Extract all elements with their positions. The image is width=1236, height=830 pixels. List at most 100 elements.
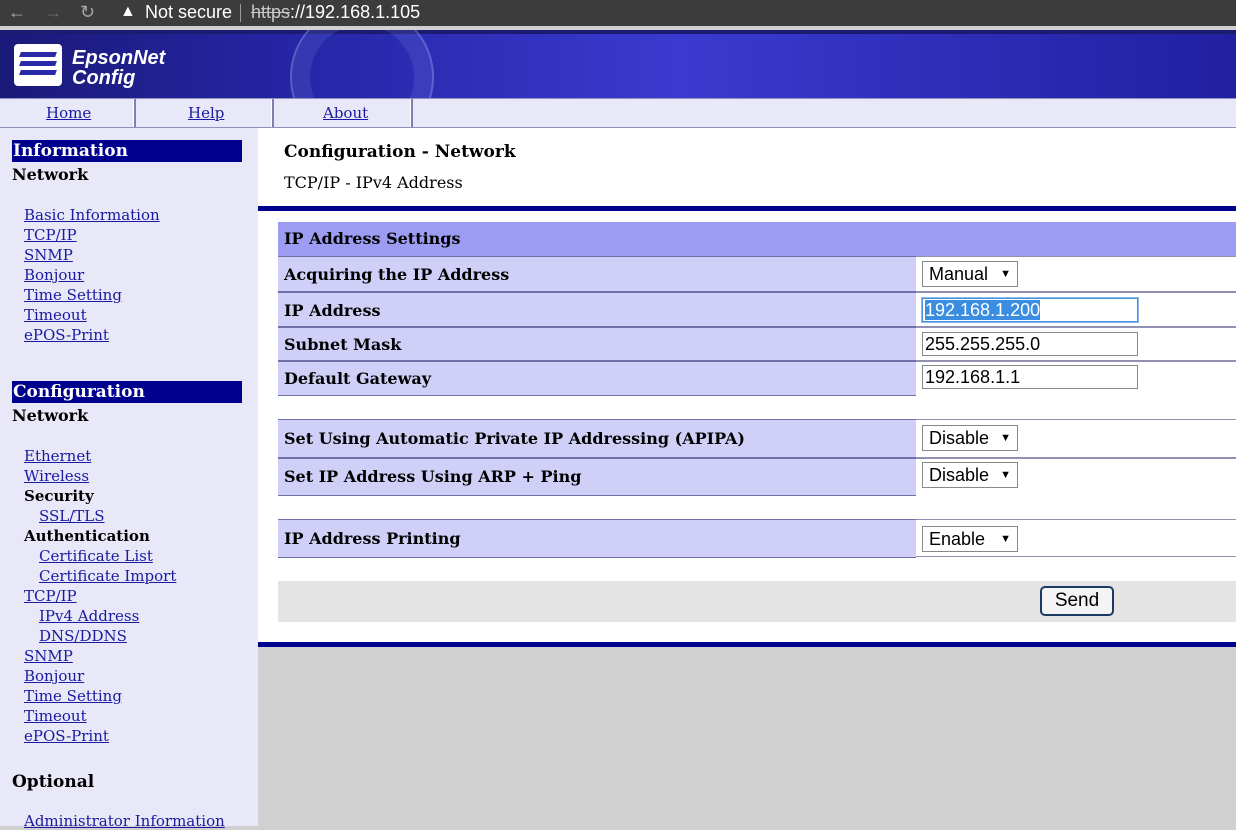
- row-label-text: Acquiring the IP Address: [284, 265, 510, 284]
- address-separator: [240, 4, 241, 22]
- arrow-left-icon[interactable]: ←: [8, 2, 26, 23]
- row-value-subnet-mask: 255.255.255.0: [916, 327, 1236, 361]
- banner-line: [0, 30, 1236, 34]
- page-title: Configuration - Network: [284, 142, 516, 162]
- row-label-ip-address-printing: IP Address Printing: [278, 519, 916, 558]
- sidebar-item-ssl-tls[interactable]: SSL/TLS: [39, 507, 105, 525]
- top-nav: Home Help About: [0, 98, 1236, 128]
- row-label-arp-ping: Set IP Address Using ARP + Ping: [278, 458, 916, 496]
- divider-rule: [258, 206, 1236, 211]
- dropdown-arrow-icon: ▼: [1000, 533, 1011, 545]
- input-value: 192.168.1.200: [925, 300, 1041, 320]
- header-banner: EpsonNet Config: [0, 30, 1236, 98]
- divider-rule: [258, 642, 1236, 647]
- row-label-default-gateway: Default Gateway: [278, 361, 916, 396]
- row-label-text: Set Using Automatic Private IP Addressin…: [284, 429, 745, 448]
- reload-icon[interactable]: ↻: [80, 2, 95, 23]
- logo-text: EpsonNet Config: [72, 48, 165, 88]
- row-value-default-gateway: 192.168.1.1: [916, 361, 1236, 391]
- table-header-label: IP Address Settings: [284, 229, 461, 248]
- nav-home-link[interactable]: Home: [46, 104, 91, 122]
- subnet-mask-input[interactable]: 255.255.255.0: [922, 332, 1138, 356]
- compass-graphic: [290, 30, 434, 98]
- dropdown-arrow-icon: ▼: [1000, 432, 1011, 444]
- sidebar-item-wireless[interactable]: Wireless: [24, 467, 89, 485]
- ip-address-printing-select[interactable]: Enable ▼: [922, 526, 1018, 552]
- row-label-text: Set IP Address Using ARP + Ping: [284, 467, 582, 486]
- security-status[interactable]: Not secure: [145, 2, 232, 23]
- sidebar-item-config-snmp[interactable]: SNMP: [24, 647, 73, 665]
- sidebar-item-epos-print[interactable]: ePOS-Print: [24, 326, 109, 344]
- input-value: 255.255.255.0: [925, 334, 1041, 354]
- sidebar-item-time-setting[interactable]: Time Setting: [24, 286, 122, 304]
- sidebar-item-snmp[interactable]: SNMP: [24, 246, 73, 264]
- sidebar-subtitle-network: Network: [12, 406, 89, 425]
- sidebar-subtitle-network: Network: [12, 165, 89, 184]
- sidebar-section-information: Information: [12, 140, 242, 162]
- row-label-text: IP Address: [284, 301, 381, 320]
- main-content: Configuration - Network TCP/IP - IPv4 Ad…: [258, 128, 1236, 826]
- sidebar-item-ethernet[interactable]: Ethernet: [24, 447, 91, 465]
- select-value: Manual: [929, 264, 989, 284]
- sidebar-label-authentication: Authentication: [24, 527, 150, 545]
- page-subtitle: TCP/IP - IPv4 Address: [284, 173, 463, 192]
- browser-toolbar: ← → ↻ ▲ Not secure https://192.168.1.105: [0, 0, 1236, 26]
- sidebar-item-certificate-list[interactable]: Certificate List: [39, 547, 153, 565]
- sidebar-section-configuration: Configuration: [12, 381, 242, 403]
- sidebar-item-config-timeout[interactable]: Timeout: [24, 707, 87, 725]
- row-label-subnet-mask: Subnet Mask: [278, 327, 916, 361]
- send-bar: Send: [278, 581, 1236, 622]
- dropdown-arrow-icon: ▼: [1000, 469, 1011, 481]
- select-value: Disable: [929, 428, 990, 448]
- select-value: Enable: [929, 529, 986, 549]
- row-value-acquiring: Manual ▼: [916, 256, 1236, 292]
- arrow-right-icon[interactable]: →: [44, 2, 62, 23]
- row-label-acquiring: Acquiring the IP Address: [278, 256, 916, 292]
- logo-line2: Config: [72, 67, 136, 89]
- sidebar-item-config-bonjour[interactable]: Bonjour: [24, 667, 84, 685]
- arp-ping-select[interactable]: Disable ▼: [922, 462, 1018, 488]
- warning-icon[interactable]: ▲: [120, 3, 136, 21]
- send-button[interactable]: Send: [1040, 586, 1114, 616]
- row-label-text: Default Gateway: [284, 369, 432, 388]
- sidebar-label-security: Security: [24, 487, 94, 505]
- sidebar-item-config-tcpip[interactable]: TCP/IP: [24, 587, 77, 605]
- input-value: 192.168.1.1: [925, 367, 1021, 387]
- acquiring-ip-select[interactable]: Manual ▼: [922, 261, 1018, 287]
- row-label-apipa: Set Using Automatic Private IP Addressin…: [278, 419, 916, 458]
- nav-divider: [410, 99, 413, 127]
- url-scheme: https: [251, 2, 291, 22]
- sidebar-section-optional: Optional: [12, 772, 95, 792]
- epson-logo-icon: [14, 44, 62, 86]
- dropdown-arrow-icon: ▼: [1000, 268, 1011, 280]
- sidebar-item-certificate-import[interactable]: Certificate Import: [39, 567, 176, 585]
- nav-divider: [133, 99, 136, 127]
- ip-address-input[interactable]: 192.168.1.200: [922, 298, 1138, 322]
- sidebar-item-dns-ddns[interactable]: DNS/DDNS: [39, 627, 127, 645]
- sidebar-item-ipv4-address[interactable]: IPv4 Address: [39, 607, 139, 625]
- row-label-text: IP Address Printing: [284, 529, 461, 548]
- sidebar-item-config-time-setting[interactable]: Time Setting: [24, 687, 122, 705]
- row-label-ip-address: IP Address: [278, 292, 916, 327]
- nav-divider: [271, 99, 274, 127]
- sidebar-item-timeout[interactable]: Timeout: [24, 306, 87, 324]
- nav-help-link[interactable]: Help: [188, 104, 224, 122]
- table-header: IP Address Settings: [278, 222, 1236, 256]
- row-label-text: Subnet Mask: [284, 335, 402, 354]
- apipa-select[interactable]: Disable ▼: [922, 425, 1018, 451]
- row-value-ip-address-printing: Enable ▼: [916, 519, 1236, 557]
- row-value-ip-address: 192.168.1.200: [916, 292, 1236, 327]
- select-value: Disable: [929, 465, 990, 485]
- row-value-apipa: Disable ▼: [916, 419, 1236, 458]
- nav-about-link[interactable]: About: [323, 104, 368, 122]
- sidebar-item-config-epos-print[interactable]: ePOS-Print: [24, 727, 109, 745]
- sidebar-item-basic-information[interactable]: Basic Information: [24, 206, 160, 224]
- logo-line1: EpsonNet: [72, 47, 166, 69]
- sidebar-item-administrator-information[interactable]: Administrator Information: [24, 812, 225, 830]
- default-gateway-input[interactable]: 192.168.1.1: [922, 365, 1138, 389]
- sidebar: Information Network Basic Information TC…: [0, 128, 258, 830]
- sidebar-item-bonjour[interactable]: Bonjour: [24, 266, 84, 284]
- address-bar[interactable]: https://192.168.1.105: [251, 2, 420, 23]
- sidebar-item-tcpip[interactable]: TCP/IP: [24, 226, 77, 244]
- row-value-arp-ping: Disable ▼: [916, 458, 1236, 493]
